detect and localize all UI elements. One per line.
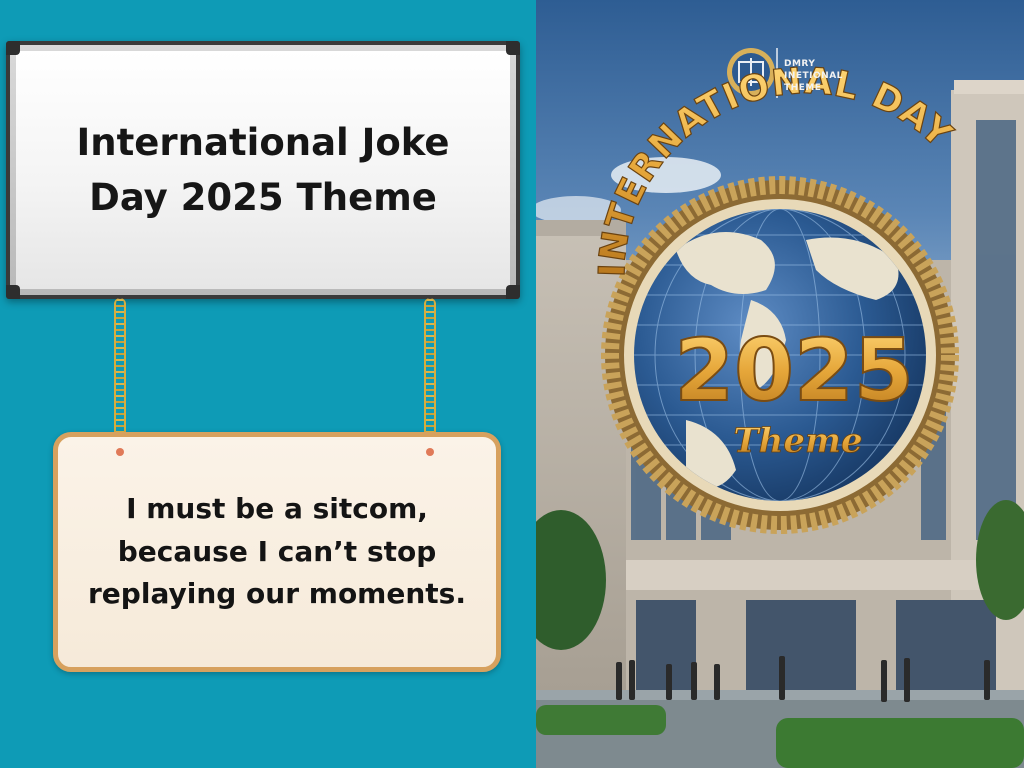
lawn: [776, 718, 1024, 768]
sign-hook: [426, 448, 434, 456]
poster-scene: INTERNATIONAL DAY 2025 Theme: [536, 48, 1024, 768]
emblem-caption-line: DMRY: [784, 59, 816, 69]
hanging-sign: I must be a sitcom, because I can’t stop…: [53, 432, 501, 672]
emblem-caption-line: THEME: [784, 83, 822, 94]
lawn: [536, 705, 666, 735]
whiteboard-surface: International Joke Day 2025 Theme: [16, 51, 510, 289]
whiteboard-corner: [6, 41, 20, 55]
emblem-caption-line: INETIONAL: [784, 71, 843, 82]
whiteboard-corner: [6, 285, 20, 299]
poster-subtitle: Theme: [733, 421, 862, 461]
image-canvas: International Joke Day 2025 Theme I must…: [0, 0, 1024, 768]
whiteboard-title: International Joke Day 2025 Theme: [76, 120, 450, 220]
joke-text: I must be a sitcom, because I can’t stop…: [88, 491, 466, 611]
whiteboard: International Joke Day 2025 Theme: [6, 41, 520, 299]
whiteboard-corner: [506, 41, 520, 55]
left-panel: International Joke Day 2025 Theme I must…: [0, 0, 536, 768]
chain-icon: [424, 298, 436, 453]
whiteboard-frame: International Joke Day 2025 Theme: [10, 45, 516, 295]
emblem-caption: DMRY INETIONAL THEME: [784, 58, 864, 94]
whiteboard-corner: [506, 285, 520, 299]
poster-year: 2025: [674, 321, 913, 421]
poster-illustration: INTERNATIONAL DAY 2025 Theme DMRY INETIO…: [536, 0, 1024, 768]
chain-icon: [114, 298, 126, 453]
sign-hook: [116, 448, 124, 456]
